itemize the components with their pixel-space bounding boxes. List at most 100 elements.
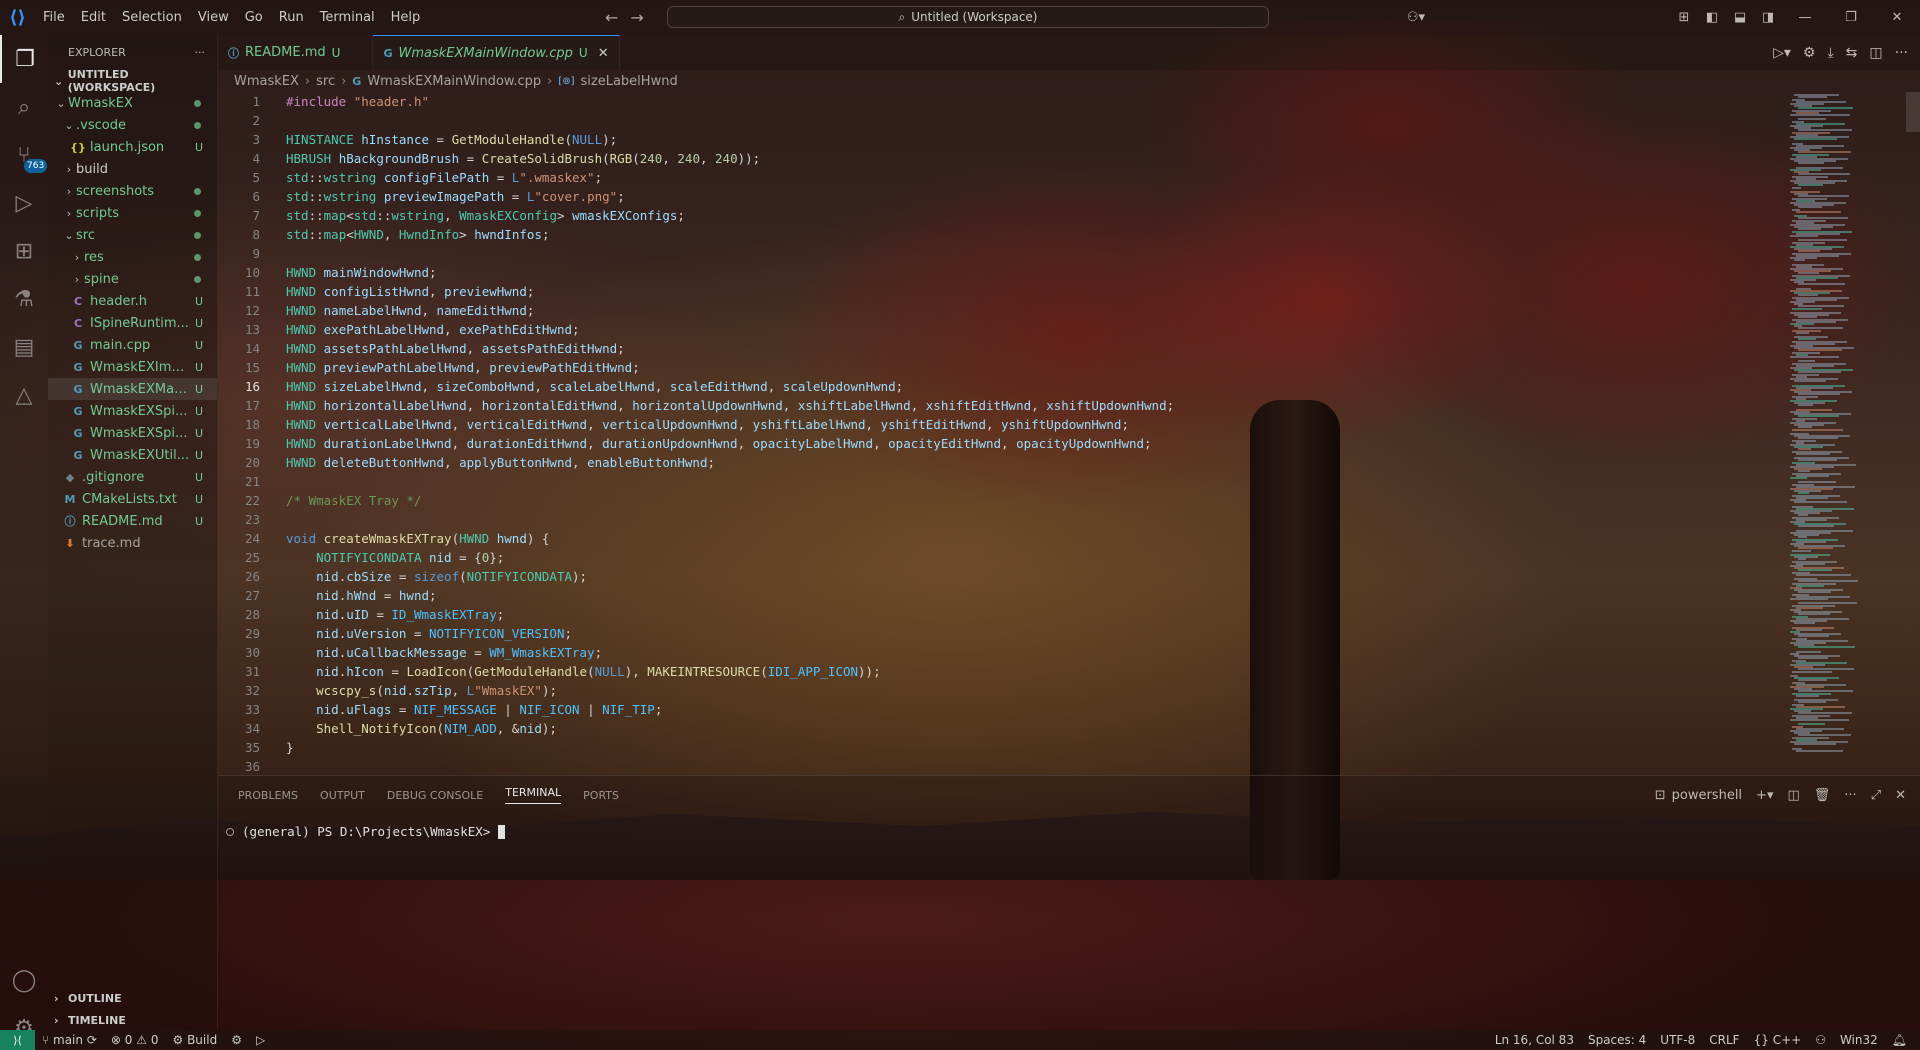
extensions-icon[interactable]: ⊞	[0, 227, 48, 275]
tree-file[interactable]: G WmaskEXSpi... U	[48, 422, 217, 444]
timeline-section[interactable]: › TIMELINE	[48, 1009, 218, 1031]
tree-file[interactable]: G WmaskEXMai... U	[48, 378, 217, 400]
split-terminal-icon[interactable]: ◫	[1787, 788, 1799, 803]
customize-layout-icon[interactable]: ⊞	[1670, 10, 1698, 25]
more-actions-icon[interactable]: ···	[195, 46, 206, 59]
testing-icon[interactable]: ⚗	[0, 275, 48, 323]
code-line[interactable]: 21	[218, 472, 1778, 491]
line-ending[interactable]: CRLF	[1702, 1033, 1746, 1047]
code-line[interactable]: 8 std::map<HWND, HwndInfo> hwndInfos;	[218, 225, 1778, 244]
close-tab-icon[interactable]: ✕	[598, 46, 609, 61]
tab-debug-console[interactable]: DEBUG CONSOLE	[387, 789, 483, 802]
new-terminal-icon[interactable]: +▾	[1756, 788, 1773, 803]
breadcrumb-item[interactable]: src	[316, 74, 335, 89]
code-line[interactable]: 12 HWND nameLabelHwnd, nameEditHwnd;	[218, 301, 1778, 320]
debug-icon[interactable]: ⚙	[224, 1033, 249, 1047]
tree-folder[interactable]: ⌄ WmaskEX	[48, 92, 217, 114]
search-view-icon[interactable]: ⌕	[0, 83, 48, 131]
more-actions-icon[interactable]: ···	[1895, 45, 1908, 61]
terminal-prompt-line[interactable]: (general) PS D:\Projects\WmaskEX>	[226, 824, 506, 839]
workspace-header[interactable]: ⌄ UNTITLED (WORKSPACE)	[48, 68, 217, 94]
tree-file[interactable]: ⓘ README.md U	[48, 510, 217, 532]
menu-item-go[interactable]: Go	[237, 0, 271, 35]
breadcrumb-item[interactable]: WmaskEX	[234, 74, 299, 89]
code-line[interactable]: 2	[218, 111, 1778, 130]
tree-folder[interactable]: › screenshots	[48, 180, 217, 202]
tree-file[interactable]: Cheader.h U	[48, 290, 217, 312]
tree-file[interactable]: G WmaskEXIma... U	[48, 356, 217, 378]
code-line[interactable]: 30 nid.uCallbackMessage = WM_WmaskEXTray…	[218, 643, 1778, 662]
editor-tab[interactable]: ⓘ README.md U	[218, 35, 374, 70]
code-line[interactable]: 23	[218, 510, 1778, 529]
run-debug-icon[interactable]: ▷	[0, 179, 48, 227]
code-line[interactable]: 9	[218, 244, 1778, 263]
source-control-icon[interactable]: ⑂ 763	[0, 131, 48, 179]
tree-file[interactable]: G WmaskEXSpi... U	[48, 400, 217, 422]
code-line[interactable]: 25 NOTIFYICONDATA nid = {0};	[218, 548, 1778, 567]
minimap[interactable]	[1790, 92, 1910, 775]
toggle-primary-sidebar-icon[interactable]: ◧	[1698, 10, 1726, 25]
accounts-icon[interactable]: ◯	[0, 956, 48, 1004]
platform[interactable]: Win32	[1833, 1033, 1885, 1047]
code-line[interactable]: 7 std::map<std::wstring, WmaskEXConfig> w…	[218, 206, 1778, 225]
close-panel-icon[interactable]: ✕	[1895, 788, 1906, 803]
code-line[interactable]: 22 /* WmaskEX Tray */	[218, 491, 1778, 510]
close-window-icon[interactable]: ✕	[1874, 10, 1920, 25]
menu-item-help[interactable]: Help	[383, 0, 429, 35]
toggle-secondary-sidebar-icon[interactable]: ◨	[1754, 10, 1782, 25]
tab-output[interactable]: OUTPUT	[320, 789, 365, 802]
branch-status[interactable]: ⑂ main ⟳	[35, 1033, 104, 1047]
editor-scrollbar[interactable]	[1906, 92, 1920, 132]
tree-folder[interactable]: › build	[48, 158, 217, 180]
cursor-position[interactable]: Ln 16, Col 83	[1488, 1033, 1581, 1047]
code-line[interactable]: 3 HINSTANCE hInstance = GetModuleHandle(N…	[218, 130, 1778, 149]
shell-name[interactable]: powershell	[1672, 788, 1742, 803]
settings-gear-icon[interactable]: ⚙	[1803, 45, 1816, 61]
cmake-tools-icon[interactable]: △	[0, 371, 48, 419]
code-line[interactable]: 36	[218, 757, 1778, 776]
menu-item-selection[interactable]: Selection	[114, 0, 190, 35]
code-line[interactable]: 1 #include "header.h"	[218, 92, 1778, 111]
code-line[interactable]: 29 nid.uVersion = NOTIFYICON_VERSION;	[218, 624, 1778, 643]
tree-folder[interactable]: › res	[48, 246, 217, 268]
command-center[interactable]: ⌕ Untitled (Workspace)	[667, 6, 1269, 28]
tree-file[interactable]: C ISpineRuntim... U	[48, 312, 217, 334]
tab-ports[interactable]: PORTS	[583, 789, 619, 802]
editor-tab[interactable]: G WmaskEXMainWindow.cpp U ✕	[373, 35, 620, 70]
menu-item-file[interactable]: File	[35, 0, 73, 35]
tree-file[interactable]: G WmaskEXUtil... U	[48, 444, 217, 466]
build-status[interactable]: ⚙ Build	[165, 1033, 224, 1047]
compare-icon[interactable]: ⇆	[1846, 45, 1858, 61]
remote-indicator-icon[interactable]: ⟩⟨	[0, 1030, 35, 1050]
code-line[interactable]: 28 nid.uID = ID_WmaskEXTray;	[218, 605, 1778, 624]
language-mode[interactable]: {} C++	[1747, 1033, 1809, 1047]
toggle-panel-icon[interactable]: ⬓	[1726, 10, 1754, 25]
menu-item-terminal[interactable]: Terminal	[312, 0, 383, 35]
maximize-panel-icon[interactable]: ⤢	[1871, 788, 1881, 803]
code-line[interactable]: 31 nid.hIcon = LoadIcon(GetModuleHandle(…	[218, 662, 1778, 681]
outline-section[interactable]: › OUTLINE	[48, 987, 218, 1009]
code-line[interactable]: 11 HWND configListHwnd, previewHwnd;	[218, 282, 1778, 301]
run-debug-dropdown-icon[interactable]: ▷▾	[1773, 45, 1791, 61]
split-editor-icon[interactable]: ◫	[1869, 45, 1882, 61]
tree-folder[interactable]: ⌄ .vscode	[48, 114, 217, 136]
code-line[interactable]: 24 void createWmaskEXTray(HWND hwnd) {	[218, 529, 1778, 548]
breadcrumb-item[interactable]: sizeLabelHwnd	[581, 74, 678, 89]
tree-file[interactable]: Gmain.cpp U	[48, 334, 217, 356]
menu-item-run[interactable]: Run	[271, 0, 312, 35]
tab-terminal[interactable]: TERMINAL	[505, 786, 562, 804]
code-line[interactable]: 10 HWND mainWindowHwnd;	[218, 263, 1778, 282]
more-actions-icon[interactable]: ···	[1844, 788, 1856, 803]
code-line[interactable]: 6 std::wstring previewImagePath = L"cover…	[218, 187, 1778, 206]
code-line[interactable]: 14 HWND assetsPathLabelHwnd, assetsPathEd…	[218, 339, 1778, 358]
code-line[interactable]: 16 HWND sizeLabelHwnd, sizeComboHwnd, sca…	[218, 377, 1778, 396]
menu-item-view[interactable]: View	[190, 0, 237, 35]
code-line[interactable]: 19 HWND durationLabelHwnd, durationEditHw…	[218, 434, 1778, 453]
explorer-icon[interactable]: ❐	[0, 35, 48, 83]
restore-icon[interactable]: ❐	[1828, 10, 1874, 25]
encoding[interactable]: UTF-8	[1653, 1033, 1702, 1047]
code-line[interactable]: 13 HWND exePathLabelHwnd, exePathEditHwnd…	[218, 320, 1778, 339]
back-arrow-icon[interactable]: ←	[605, 8, 618, 27]
tree-folder[interactable]: › scripts	[48, 202, 217, 224]
cmake-icon[interactable]: ▤	[0, 323, 48, 371]
